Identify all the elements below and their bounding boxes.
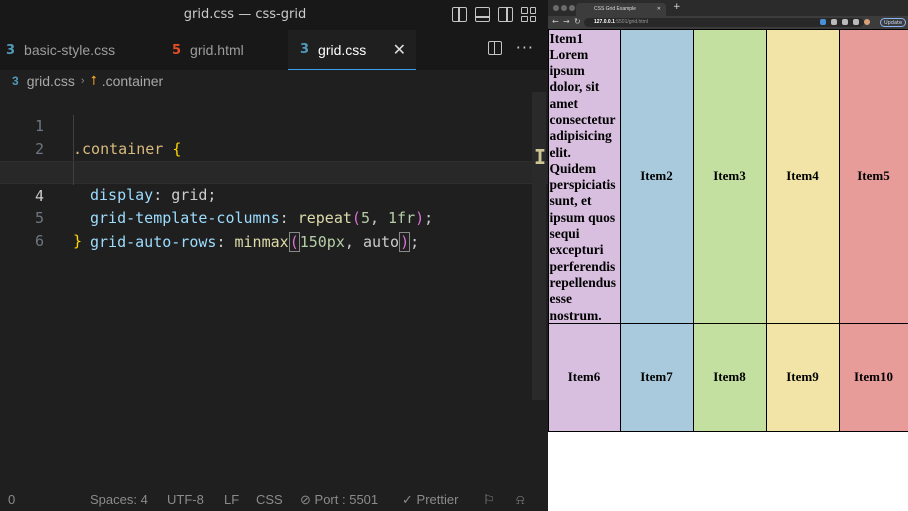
browser-toolbar: ← → ↻ 127.0.0.1:5501/grid.html Update xyxy=(548,16,908,29)
feedback-icon[interactable]: ⚐ xyxy=(483,492,495,508)
new-tab-icon[interactable]: + xyxy=(673,2,681,12)
encoding-status[interactable]: UTF-8 xyxy=(167,492,204,507)
grid-item-7: Item7 xyxy=(619,322,694,432)
indent-guide xyxy=(73,162,74,185)
more-actions-icon[interactable]: ··· xyxy=(516,40,534,56)
extension-icon[interactable] xyxy=(831,19,837,25)
colon: : xyxy=(216,233,226,251)
code-line: 5 } xyxy=(0,184,548,250)
paren: ( xyxy=(288,232,300,252)
line-content: } xyxy=(73,230,82,253)
comma: , xyxy=(344,233,363,251)
notifications-bell-icon[interactable]: ⍾ xyxy=(516,492,525,508)
line-number: 6 xyxy=(34,232,44,250)
editor-scrollbar[interactable] xyxy=(532,92,546,400)
grid-item-8: Item8 xyxy=(692,322,767,432)
indent-guide xyxy=(73,138,74,161)
css-function: minmax xyxy=(234,233,289,251)
toggle-primary-sidebar-icon[interactable] xyxy=(452,7,467,22)
toggle-secondary-sidebar-icon[interactable] xyxy=(498,7,513,22)
code-line: 6 xyxy=(0,207,548,250)
tab-label: basic-style.css xyxy=(24,42,116,58)
line-content: grid-auto-rows: minmax(150px, auto); xyxy=(90,231,419,254)
close-tab-icon[interactable]: ✕ xyxy=(393,40,406,60)
prettier-status[interactable]: ✓ Prettier xyxy=(402,492,458,508)
css-file-icon: 3 xyxy=(12,74,19,88)
breadcrumb-file[interactable]: grid.css xyxy=(27,73,75,89)
tab-label: grid.html xyxy=(190,42,244,58)
problems-count[interactable]: 0 xyxy=(8,492,15,507)
editor-actions: ··· xyxy=(487,40,534,56)
css-file-icon: 3 xyxy=(300,42,310,57)
grid-item-3: Item3 xyxy=(692,28,767,324)
language-mode[interactable]: CSS xyxy=(256,492,283,507)
grid-item-2: Item2 xyxy=(619,28,694,324)
tab-label: grid.css xyxy=(318,41,367,58)
close-tab-icon[interactable]: ✕ xyxy=(657,3,661,16)
check-icon: ✓ xyxy=(402,492,413,507)
code-line: 2 display: grid; xyxy=(0,115,548,204)
editor-tab-bar: 3 basic-style.css 5 grid.html 3 grid.css… xyxy=(0,30,548,70)
browser-tab-strip: CSS Grid Example ✕ + xyxy=(548,0,908,16)
code-line: 3 grid-template-columns: repeat(5, 1fr); xyxy=(0,138,548,227)
forward-arrow-icon[interactable]: → xyxy=(563,17,570,26)
extension-icon[interactable] xyxy=(842,19,848,25)
url-host: 127.0.0.1 xyxy=(594,19,615,25)
paren: ) xyxy=(399,232,411,252)
grid-item-5: Item5 xyxy=(838,28,908,324)
breadcrumb: 3 grid.css › ⭡ .container xyxy=(12,72,163,90)
window-zoom-dot[interactable] xyxy=(569,5,575,11)
back-arrow-icon[interactable]: ← xyxy=(552,17,559,26)
css-property: grid-auto-rows xyxy=(90,233,217,251)
live-server-status[interactable]: ⊘ Port : 5501 xyxy=(300,492,378,508)
css-number: 150px xyxy=(299,233,345,251)
grid-item-10: Item10 xyxy=(838,322,908,432)
port-label: Port : 5501 xyxy=(314,492,379,507)
prettier-label: Prettier xyxy=(416,492,459,507)
grid-item-9: Item9 xyxy=(765,322,840,432)
text-cursor-icon: I xyxy=(534,145,547,169)
extension-icon[interactable] xyxy=(820,19,826,25)
browser-window: CSS Grid Example ✕ + ← → ↻ 127.0.0.1:550… xyxy=(548,0,908,511)
semicolon: ; xyxy=(410,233,420,251)
close-brace: } xyxy=(73,232,83,250)
symbol-class-icon: ⭡ xyxy=(90,73,97,88)
window-minimize-dot[interactable] xyxy=(561,5,567,11)
chevron-right-icon: › xyxy=(80,75,85,87)
window-title: grid.css — css-grid xyxy=(183,7,307,22)
code-line-current: 4 grid-auto-rows: minmax(150px, auto); xyxy=(0,161,548,252)
code-line: 1 .container { xyxy=(0,92,548,158)
breadcrumb-symbol[interactable]: .container xyxy=(102,73,163,89)
toggle-panel-icon[interactable] xyxy=(475,7,490,22)
status-bar: 0 Spaces: 4 UTF-8 LF CSS ⊘ Port : 5501 ✓… xyxy=(0,489,548,511)
eol-status[interactable]: LF xyxy=(224,492,239,507)
indentation-status[interactable]: Spaces: 4 xyxy=(90,492,148,507)
avatar[interactable] xyxy=(864,19,870,25)
port-icon: ⊘ xyxy=(300,492,311,507)
browser-tab[interactable]: CSS Grid Example ✕ xyxy=(576,3,666,16)
grid-item-1: Item1 Lorem ipsum dolor, sit amet consec… xyxy=(548,28,621,324)
html-file-icon: 5 xyxy=(172,42,182,58)
vscode-window: grid.css — css-grid 3 basic-style.css 5 … xyxy=(0,0,548,511)
css-file-icon: 3 xyxy=(6,42,16,58)
customize-layout-icon[interactable] xyxy=(521,7,536,22)
grid-item-6: Item6 xyxy=(548,322,621,432)
css-grid-container: Item1 Lorem ipsum dolor, sit amet consec… xyxy=(548,28,908,432)
grid-item-4: Item4 xyxy=(765,28,840,324)
browser-tab-title: CSS Grid Example xyxy=(594,6,636,12)
reload-icon[interactable]: ↻ xyxy=(574,17,581,26)
sidebar-icon[interactable] xyxy=(853,19,859,25)
tab-basic-style-css[interactable]: 3 basic-style.css xyxy=(6,30,156,70)
indent-guide xyxy=(73,115,74,138)
url-path: :5501/grid.html xyxy=(614,19,648,25)
layout-controls xyxy=(452,7,536,22)
title-bar: grid.css — css-grid xyxy=(0,0,548,30)
tab-grid-css[interactable]: 3 grid.css ✕ xyxy=(288,30,416,70)
tab-grid-html[interactable]: 5 grid.html xyxy=(172,30,282,70)
split-editor-icon[interactable] xyxy=(487,41,502,55)
css-value: auto xyxy=(362,233,400,251)
update-button[interactable]: Update xyxy=(880,18,906,27)
window-close-dot[interactable] xyxy=(553,5,559,11)
